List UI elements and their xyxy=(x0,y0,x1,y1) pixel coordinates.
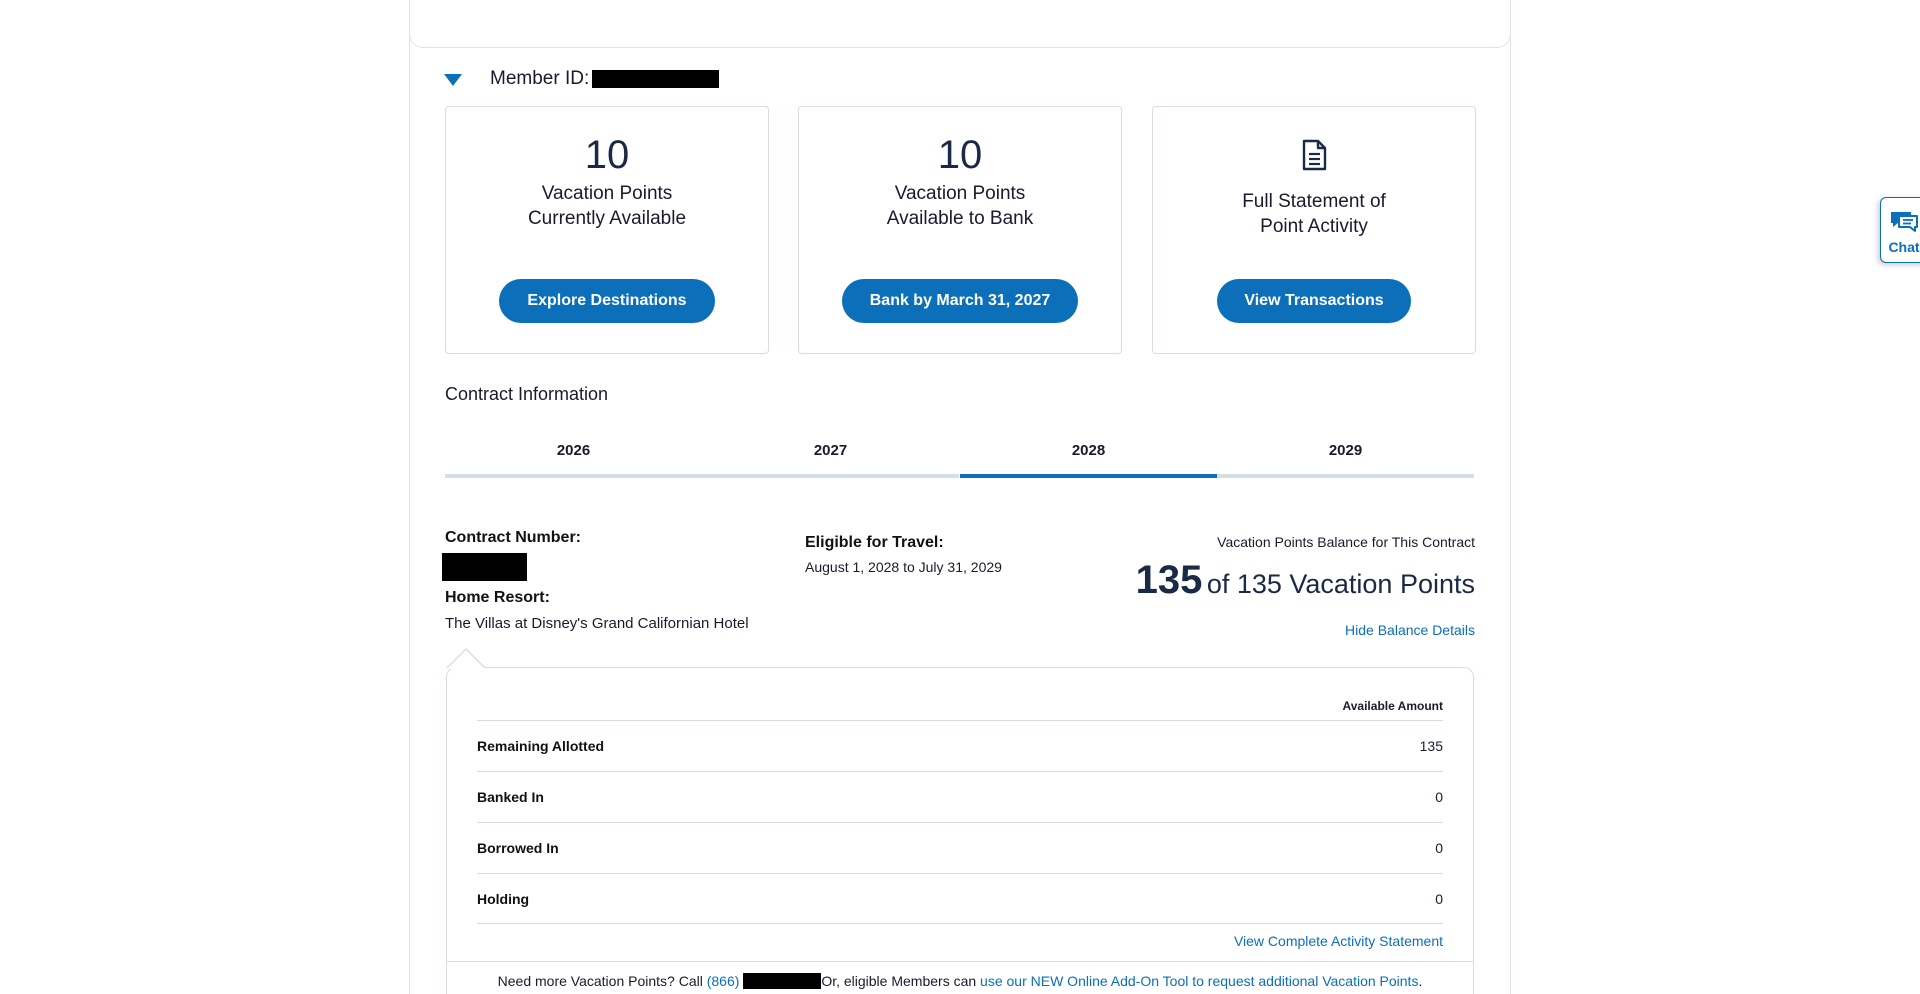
explore-destinations-button[interactable]: Explore Destinations xyxy=(499,279,715,323)
row-value: 0 xyxy=(1435,890,1443,907)
full-statement-label-1: Full Statement of xyxy=(1242,191,1386,212)
contract-information-title: Contract Information xyxy=(445,384,609,404)
points-available-card: 10 Vacation Points Currently Available E… xyxy=(445,106,769,354)
available-amount-header: Available Amount xyxy=(1342,699,1443,713)
row-value: 135 xyxy=(1419,738,1443,754)
footer-note: Need more Vacation Points? Call (866) Or… xyxy=(446,973,1474,989)
row-value: 0 xyxy=(1435,789,1443,805)
points-bank-number: 10 xyxy=(937,133,983,177)
row-name: Remaining Allotted xyxy=(477,738,605,754)
tab-2029[interactable]: 2029 xyxy=(1217,438,1474,478)
footer-divider xyxy=(446,961,1474,962)
points-available-label-1: Vacation Points xyxy=(541,183,673,204)
tab-2027[interactable]: 2027 xyxy=(702,438,959,478)
bank-points-button[interactable]: Bank by March 31, 2027 xyxy=(842,279,1078,323)
previous-card xyxy=(409,0,1511,48)
points-available-number: 10 xyxy=(584,133,630,177)
tab-2026[interactable]: 2026 xyxy=(445,438,702,478)
member-id-label: Member ID: xyxy=(490,68,590,89)
contract-number-redacted xyxy=(442,553,527,581)
balance-caption: Vacation Points Balance for This Contrac… xyxy=(1217,534,1475,550)
table-row: Borrowed In 0 xyxy=(477,822,1443,873)
hide-balance-details-link[interactable]: Hide Balance Details xyxy=(1345,622,1475,638)
view-transactions-button[interactable]: View Transactions xyxy=(1217,279,1411,323)
eligible-travel-label: Eligible for Travel: xyxy=(805,534,944,551)
row-name: Holding xyxy=(477,890,530,907)
member-row: Member ID: xyxy=(444,66,720,92)
points-available-label-2: Currently Available xyxy=(527,208,687,229)
row-name: Borrowed In xyxy=(477,840,559,856)
view-complete-activity-link[interactable]: View Complete Activity Statement xyxy=(477,933,1443,949)
balance-total: of 135 Vacation Points xyxy=(1206,569,1475,599)
chat-label: Chat xyxy=(1888,239,1920,255)
balance-value: 135 xyxy=(1135,558,1203,602)
row-name: Banked In xyxy=(477,789,544,805)
contract-number-label: Contract Number: xyxy=(445,529,582,546)
points-bank-label-2: Available to Bank xyxy=(886,208,1034,229)
table-row: Remaining Allotted 135 xyxy=(477,720,1443,771)
row-value: 0 xyxy=(1435,840,1443,856)
full-statement-label-2: Point Activity xyxy=(1260,216,1368,237)
home-resort-value: The Villas at Disney's Grand Californian… xyxy=(445,615,749,632)
details-notch-inner xyxy=(447,650,485,669)
table-row: Banked In 0 xyxy=(477,771,1443,822)
phone-link[interactable]: (866) xyxy=(707,973,740,989)
chat-button[interactable]: Chat xyxy=(1880,197,1920,263)
footer-end: . xyxy=(1418,973,1423,989)
chat-bubble-icon xyxy=(1881,210,1920,237)
footer-text-2: Or, eligible Members can xyxy=(821,973,977,989)
tab-2028[interactable]: 2028 xyxy=(960,438,1217,478)
member-id-redacted xyxy=(592,70,720,88)
eligible-travel-dates: August 1, 2028 to July 31, 2029 xyxy=(805,559,1002,575)
footer-text-1: Need more Vacation Points? Call xyxy=(497,973,703,989)
points-bank-label-1: Vacation Points xyxy=(894,183,1026,204)
year-tabs: 2026 2027 2028 2029 xyxy=(445,438,1475,478)
add-on-tool-link[interactable]: use our NEW Online Add-On Tool to reques… xyxy=(980,973,1418,989)
document-icon xyxy=(1153,139,1475,173)
points-bank-card: 10 Vacation Points Available to Bank Ban… xyxy=(798,106,1122,354)
full-statement-card: Full Statement of Point Activity View Tr… xyxy=(1152,106,1476,354)
collapse-caret-icon[interactable] xyxy=(444,74,462,86)
table-row: Holding 0 xyxy=(477,873,1443,924)
balance-summary: 135 of 135 Vacation Points xyxy=(1136,558,1475,603)
phone-redacted xyxy=(743,973,822,989)
home-resort-label: Home Resort: xyxy=(445,589,550,606)
